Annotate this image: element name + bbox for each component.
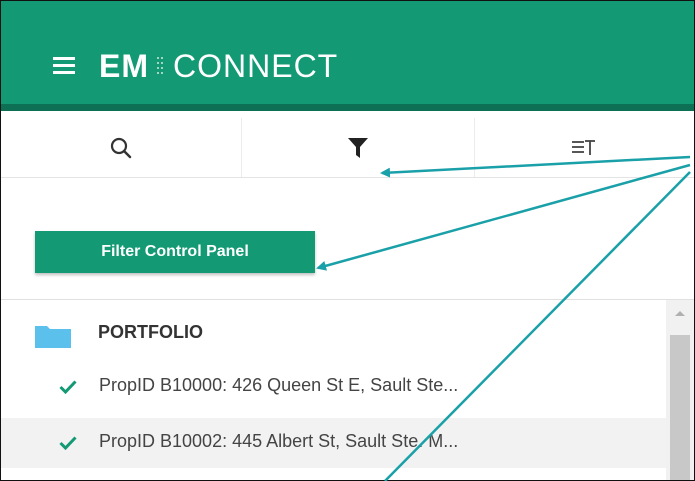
scroll-up-arrow-icon[interactable]	[674, 309, 686, 317]
search-button[interactable]	[1, 118, 242, 177]
hamburger-menu-icon[interactable]	[53, 57, 75, 75]
scrollbar-thumb[interactable]	[670, 335, 690, 480]
sort-button[interactable]	[474, 118, 694, 177]
app-window: EM CONNECT Filter Control Panel PORTFOLI…	[0, 0, 695, 481]
sort-icon	[572, 139, 595, 155]
logo-separator	[155, 53, 167, 79]
logo-connect-text: CONNECT	[173, 47, 339, 84]
list-item[interactable]: PropID B10002: 445 Albert St, Sault Ste.…	[1, 418, 666, 468]
search-icon	[110, 137, 132, 158]
check-icon	[59, 436, 77, 450]
list-item-label: PropID B10002: 445 Albert St, Sault Ste.…	[99, 431, 459, 451]
list-item-label: PropID B10000: 426 Queen St E, Sault Ste…	[99, 375, 459, 395]
vertical-scrollbar[interactable]	[666, 300, 694, 480]
funnel-filter-icon	[347, 137, 368, 158]
toolbar	[1, 118, 694, 178]
logo-em-text: EM	[99, 47, 149, 84]
portfolio-label: PORTFOLIO	[98, 322, 203, 342]
app-logo: EM CONNECT	[99, 39, 338, 93]
check-icon	[59, 380, 77, 394]
folder-icon	[35, 326, 71, 348]
tree-root-portfolio[interactable]: PORTFOLIO	[1, 308, 666, 358]
app-header: EM CONNECT	[1, 1, 694, 111]
filter-button[interactable]	[241, 118, 475, 177]
portfolio-tree: PORTFOLIO PropID B10000: 426 Queen St E,…	[1, 299, 694, 480]
list-item[interactable]: PropID B10000: 426 Queen St E, Sault Ste…	[1, 362, 666, 412]
filter-control-panel-button[interactable]: Filter Control Panel	[35, 231, 315, 273]
